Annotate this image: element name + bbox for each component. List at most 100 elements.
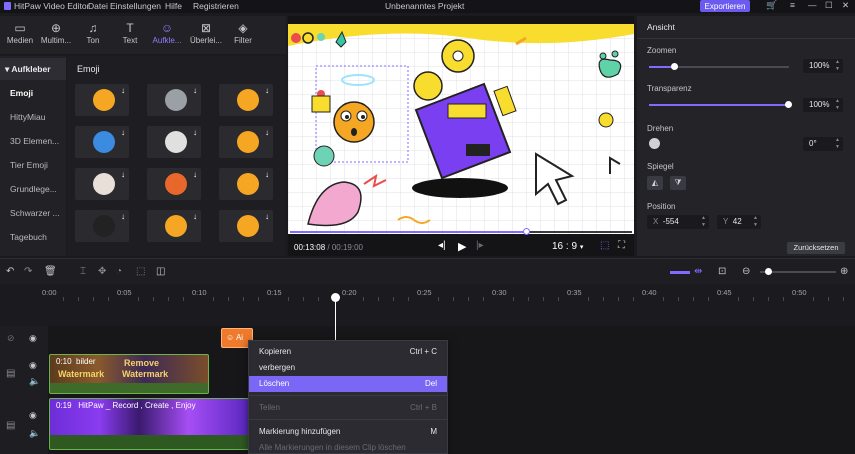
transparency-input[interactable]: 100% ▲ ▼ — [803, 98, 843, 112]
sidebar-item-tier-emoji[interactable]: Tier Emoji — [0, 154, 66, 176]
aspect-ratio-select[interactable]: 16 : 9 ▾ — [552, 241, 583, 252]
sticker-cell[interactable]: ↓ — [147, 210, 201, 242]
minimize-icon[interactable]: — — [808, 0, 817, 10]
sidebar-item-emoji[interactable]: Emoji — [0, 82, 66, 104]
flip-horizontal-icon[interactable]: ◭ — [647, 176, 663, 190]
sticker-cell[interactable]: ↓ — [147, 84, 201, 116]
prev-frame-icon[interactable]: ◂| — [438, 240, 446, 251]
close-icon[interactable]: ✕ — [842, 0, 849, 11]
download-icon[interactable]: ↓ — [193, 128, 197, 137]
timeline-zoom-knob[interactable] — [765, 268, 772, 275]
volume-icon[interactable]: 🔈 — [29, 428, 40, 439]
crop-tool-icon[interactable]: ⬚ — [136, 266, 145, 277]
download-icon[interactable]: ↓ — [265, 86, 269, 95]
sidebar-item-3d[interactable]: 3D Elemen... — [0, 130, 66, 152]
download-icon[interactable]: ↓ — [121, 86, 125, 95]
progress-knob[interactable] — [522, 228, 530, 235]
download-icon[interactable]: ↓ — [193, 212, 197, 221]
download-icon[interactable]: ↓ — [265, 170, 269, 179]
volume-icon[interactable]: 🔈 — [29, 376, 40, 387]
sidebar-item-tagebuch[interactable]: Tagebuch — [0, 226, 66, 248]
timeline-zoom-slider[interactable] — [760, 268, 836, 275]
lock-icon[interactable]: ⊘ — [7, 333, 15, 344]
magnet-icon[interactable]: ⇹ — [694, 266, 702, 277]
rotate-input[interactable]: 0° ▲ ▼ — [803, 137, 843, 151]
speed-icon[interactable]: ◔ — [116, 266, 122, 277]
download-icon[interactable]: ↓ — [265, 212, 269, 221]
download-icon[interactable]: ↓ — [193, 170, 197, 179]
position-y-input[interactable]: Y 42 ▲ ▼ — [717, 215, 761, 229]
move-icon[interactable]: ✥ — [98, 266, 106, 277]
sticker-cell[interactable]: ↓ — [219, 168, 273, 200]
redo-icon[interactable]: ↷ — [24, 266, 32, 277]
eye-icon[interactable]: ◉ — [29, 360, 37, 371]
menu-datei[interactable]: Datei — [88, 1, 108, 11]
play-icon[interactable]: ▶ — [458, 240, 466, 253]
maximize-icon[interactable]: ☐ — [825, 0, 833, 11]
menu-registrieren[interactable]: Registrieren — [193, 1, 239, 11]
flip-vertical-icon[interactable]: ⧩ — [670, 176, 686, 190]
sticker-cell[interactable]: ↓ — [75, 168, 129, 200]
stepper-icon[interactable]: ▲ ▼ — [835, 98, 840, 112]
next-frame-icon[interactable]: |▸ — [476, 240, 484, 251]
zoom-input[interactable]: 100% ▲ ▼ — [803, 59, 843, 73]
stepper-icon[interactable]: ▲ ▼ — [835, 137, 840, 151]
sidebar-item-schwarzer[interactable]: Schwarzer ... — [0, 202, 66, 224]
fit-timeline-icon[interactable]: ⊡ — [718, 266, 726, 277]
sidebar-item-hittymiau[interactable]: HittyMiau — [0, 106, 66, 128]
menu-item-clear-markers[interactable]: Alle Markierungen in diesem Clip löschen — [249, 440, 447, 454]
export-button[interactable]: Exportieren — [700, 0, 750, 12]
preview-canvas[interactable] — [288, 24, 634, 234]
sticker-cell[interactable]: ↓ — [219, 84, 273, 116]
tool-multimedia[interactable]: ⊕ Multim... — [36, 20, 76, 50]
undo-icon[interactable]: ↶ — [6, 266, 14, 277]
timeline-ruler[interactable]: 0:00 0:05 0:10 0:15 0:20 0:25 0:30 0:35 0:40 0:45… — [0, 285, 855, 303]
download-icon[interactable]: ↓ — [193, 86, 197, 95]
freeze-icon[interactable]: ◫ — [156, 266, 165, 277]
video-track-1[interactable]: 0:10 bilder Remove Watermark Watermark — [48, 352, 855, 396]
sidebar-header[interactable]: ▾ Aufkleber — [0, 58, 66, 80]
menu-hilfe[interactable]: Hilfe — [165, 1, 182, 11]
tool-ton[interactable]: ♫ Ton — [73, 20, 113, 50]
sticker-cell[interactable]: ↓ — [219, 210, 273, 242]
sticker-cell[interactable]: ↓ — [75, 126, 129, 158]
tool-text[interactable]: T Text — [110, 20, 150, 50]
snap-icon[interactable]: ▬▬ — [670, 266, 690, 277]
fullscreen-icon[interactable]: ⛶ — [618, 240, 625, 251]
zoom-in-icon[interactable]: ⊕ — [840, 266, 848, 277]
menu-item-split[interactable]: Teilen Ctrl + B — [249, 400, 447, 416]
stepper-icon[interactable]: ▲ ▼ — [835, 59, 840, 73]
tool-filter[interactable]: ◈ Filter — [223, 20, 263, 50]
sticker-cell[interactable]: ↓ — [147, 126, 201, 158]
sidebar-item-grundlegend[interactable]: Grundlege... — [0, 178, 66, 200]
eye-icon[interactable]: ◉ — [29, 410, 37, 421]
menu-item-hide[interactable]: verbergen — [249, 360, 447, 376]
rotate-dial-icon[interactable] — [649, 138, 660, 149]
menu-item-delete[interactable]: Löschen Del — [249, 376, 447, 392]
sticker-cell[interactable]: ↓ — [219, 126, 273, 158]
crop-icon[interactable]: ⬚ — [600, 240, 609, 251]
download-icon[interactable]: ↓ — [121, 128, 125, 137]
tool-uebergang[interactable]: ⊠ Überlei... — [186, 20, 226, 50]
download-icon[interactable]: ↓ — [265, 128, 269, 137]
playhead-handle[interactable] — [331, 293, 340, 302]
video-clip-bilder[interactable]: 0:10 bilder Remove Watermark Watermark — [49, 354, 209, 394]
tool-aufkleber[interactable]: ☺ Aufkle... — [147, 20, 187, 50]
playback-progress[interactable] — [290, 228, 632, 235]
tool-medien[interactable]: ▭ Medien — [0, 20, 40, 50]
menu-einstellungen[interactable]: Einstellungen — [110, 1, 161, 11]
position-x-input[interactable]: X -554 ▲ ▼ — [647, 215, 709, 229]
transparency-slider[interactable] — [649, 101, 792, 108]
sticker-track[interactable]: ☺ Ai — [48, 326, 855, 352]
menu-item-copy[interactable]: Kopieren Ctrl + C — [249, 344, 447, 360]
download-icon[interactable]: ↓ — [121, 170, 125, 179]
zoom-slider-knob[interactable] — [671, 63, 679, 70]
split-icon[interactable]: ⌶ — [80, 266, 86, 277]
menu-item-add-marker[interactable]: Markierung hinzufügen M — [249, 424, 447, 440]
zoom-slider[interactable] — [649, 63, 789, 70]
eye-icon[interactable]: ◉ — [29, 333, 37, 344]
stepper-icon[interactable]: ▲ ▼ — [701, 215, 706, 229]
delete-icon[interactable]: 🗑 — [44, 266, 57, 277]
transparency-slider-knob[interactable] — [785, 101, 792, 108]
zoom-out-icon[interactable]: ⊖ — [742, 266, 750, 277]
